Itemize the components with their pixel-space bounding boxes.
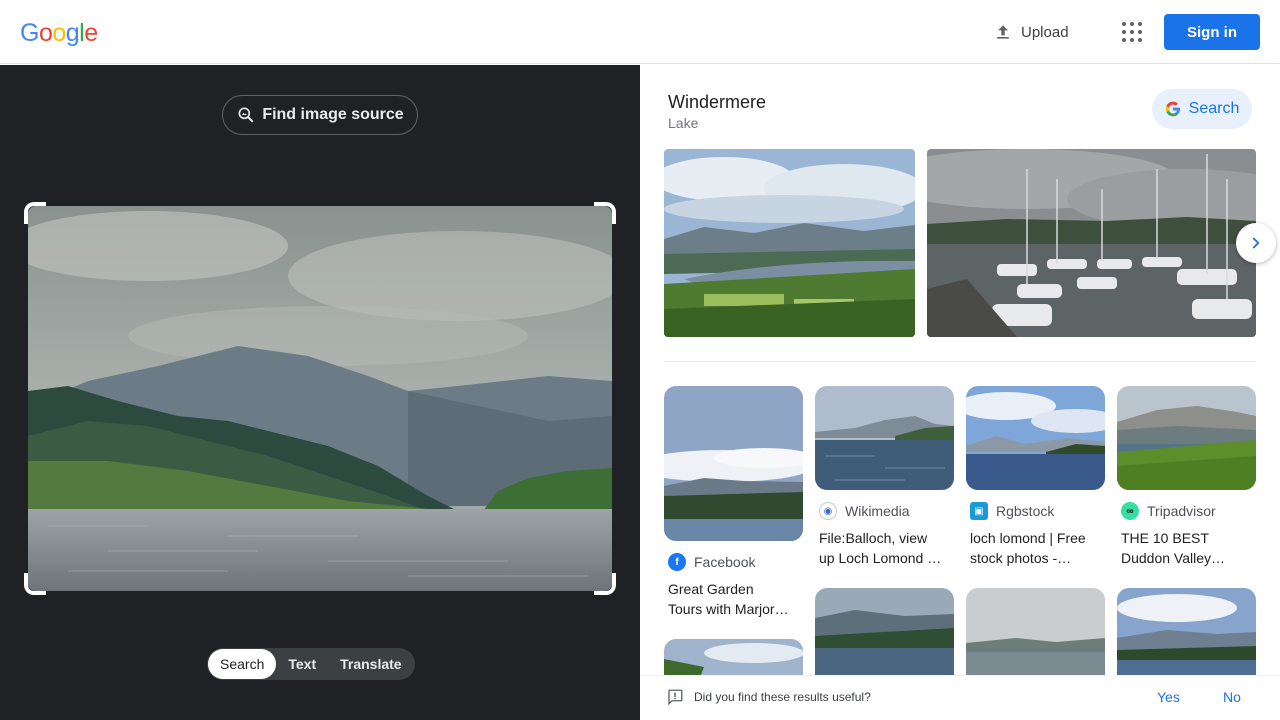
result-thumbnail[interactable] [815,386,954,490]
result-title[interactable]: THE 10 BEST Duddon Valley… [1117,528,1256,568]
entity-title[interactable]: Windermere [668,92,766,113]
result-source: f Facebook [664,553,803,571]
google-search-button[interactable]: Search [1152,89,1252,129]
feedback-bar: Did you find these results useful? Yes N… [640,675,1280,720]
tab-translate[interactable]: Translate [328,649,413,679]
upload-icon [997,25,1009,39]
result-source-name: Wikimedia [845,503,910,519]
result-card[interactable]: ◉ Wikimedia File:Balloch, view up Loch L… [815,386,954,568]
google-g-icon [1165,101,1180,117]
result-thumbnail[interactable] [966,588,1105,688]
results-panel: Windermere Lake Search f Facebook Great … [640,65,1280,720]
result-thumbnail[interactable] [664,386,803,541]
result-card[interactable]: ∞ Tripadvisor THE 10 BEST Duddon Valley… [1117,386,1256,568]
result-card[interactable]: f Facebook Great Garden Tours with Marjo… [664,386,803,619]
crop-selection[interactable] [24,202,616,595]
result-thumbnail[interactable] [1117,588,1256,688]
top-bar: Google Upload Sign in [0,0,1280,64]
result-title[interactable]: Great Garden Tours with Marjor… [664,579,803,619]
result-title-line2: stock photos -… [970,550,1072,566]
query-image [28,206,612,591]
chevron-right-icon [1252,237,1260,249]
section-divider [664,361,1256,362]
result-title-line1: Great Garden [668,581,754,597]
result-title-line1: loch lomond | Free [970,530,1086,546]
wikimedia-icon: ◉ [819,502,837,520]
find-image-source-button[interactable]: Find image source [222,95,418,135]
tab-text[interactable]: Text [276,649,328,679]
entity-subtitle: Lake [668,115,699,131]
crop-handle-bottom-right[interactable] [594,573,616,595]
google-logo[interactable]: Google [20,19,98,48]
rgbstock-icon: ▣ [970,502,988,520]
image-search-icon [238,107,254,123]
result-source: ◉ Wikimedia [815,502,954,520]
result-thumbnail[interactable] [815,588,954,688]
result-source-name: Tripadvisor [1147,503,1216,519]
apps-grid-icon[interactable] [1120,20,1144,44]
result-title-line2: Duddon Valley… [1121,550,1226,566]
entity-image-2[interactable] [927,149,1256,337]
result-source: ▣ Rgbstock [966,502,1105,520]
result-title-line2: Tours with Marjor… [668,601,789,617]
result-title-line1: File:Balloch, view [819,530,928,546]
next-images-button[interactable] [1236,223,1276,263]
result-source-name: Facebook [694,554,756,570]
result-thumbnail[interactable] [1117,386,1256,490]
result-card[interactable]: ▣ Rgbstock loch lomond | Free stock phot… [966,386,1105,568]
upload-label: Upload [1021,23,1069,41]
find-image-source-label: Find image source [262,106,404,123]
tab-search[interactable]: Search [208,649,277,679]
feedback-no-button[interactable]: No [1223,689,1241,705]
sign-in-button[interactable]: Sign in [1164,14,1260,50]
feedback-icon [668,689,683,706]
result-title[interactable]: File:Balloch, view up Loch Lomond … [815,528,954,568]
lens-mode-tabs: Search Text Translate [207,648,415,680]
query-image-panel: Find image source Search Text Translate [0,65,640,720]
search-button-label: Search [1188,100,1240,117]
result-thumbnail[interactable] [966,386,1105,490]
crop-handle-top-left[interactable] [24,202,46,224]
tripadvisor-icon: ∞ [1121,502,1139,520]
result-source: ∞ Tripadvisor [1117,502,1256,520]
crop-handle-top-right[interactable] [594,202,616,224]
result-title[interactable]: loch lomond | Free stock photos -… [966,528,1105,568]
upload-button[interactable]: Upload [993,20,1069,44]
result-title-line2: up Loch Lomond … [819,550,942,566]
result-card[interactable] [1117,588,1256,688]
entity-image-1[interactable] [664,149,915,337]
feedback-question: Did you find these results useful? [694,690,871,704]
crop-handle-bottom-left[interactable] [24,573,46,595]
feedback-yes-button[interactable]: Yes [1157,689,1180,705]
result-card[interactable] [966,588,1105,688]
result-title-line1: THE 10 BEST [1121,530,1209,546]
result-source-name: Rgbstock [996,503,1055,519]
facebook-icon: f [668,553,686,571]
result-card[interactable] [815,588,954,688]
